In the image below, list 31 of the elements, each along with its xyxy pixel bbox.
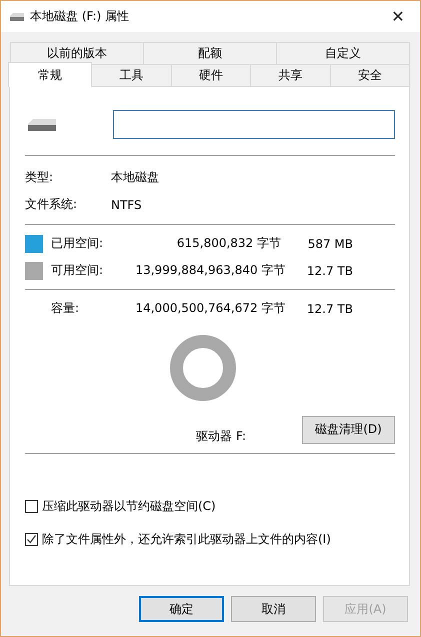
byte-count: 615,800,832 字节 <box>176 235 281 252</box>
drive-icon <box>9 12 25 22</box>
usage-donut <box>169 334 237 402</box>
checkbox[interactable] <box>25 533 38 546</box>
close-button[interactable]: ✕ <box>376 1 420 32</box>
byte-count: 14,000,500,764,672 字节 <box>135 300 286 317</box>
size-value: 12.7 TB <box>306 264 353 278</box>
capacity-label: 容量: <box>51 300 80 317</box>
disk-cleanup-button[interactable]: 磁盘清理(D) <box>302 416 395 444</box>
drive-icon <box>27 118 57 132</box>
size-value: 12.7 TB <box>306 302 353 316</box>
tab[interactable]: 常规 <box>8 62 92 87</box>
field-label: 文件系统: <box>25 196 78 213</box>
checkbox[interactable] <box>25 500 38 513</box>
tab[interactable]: 自定义 <box>276 42 410 64</box>
drive-label: 驱动器 F: <box>196 428 246 445</box>
tab[interactable]: 安全 <box>330 64 410 86</box>
field-value: 本地磁盘 <box>111 169 159 186</box>
field-value: NTFS <box>111 198 142 212</box>
size-value: 587 MB <box>306 236 353 250</box>
field-label: 类型: <box>25 169 54 186</box>
checkbox-label: 压缩此驱动器以节约磁盘空间(C) <box>42 498 216 515</box>
dialog-button[interactable]: 确定 <box>139 596 224 622</box>
checkbox-label: 除了文件属性外，还允许索引此驱动器上文件的内容(I) <box>42 531 331 548</box>
name-field[interactable] <box>113 110 395 139</box>
space-label: 已用空间: <box>51 235 104 252</box>
tab[interactable]: 以前的版本 <box>10 42 144 64</box>
window-title: 本地磁盘 (F:) 属性 <box>30 8 130 25</box>
dialog-button[interactable]: 取消 <box>231 596 316 622</box>
space-label: 可用空间: <box>51 262 104 279</box>
byte-count: 13,999,884,963,840 字节 <box>135 262 286 279</box>
